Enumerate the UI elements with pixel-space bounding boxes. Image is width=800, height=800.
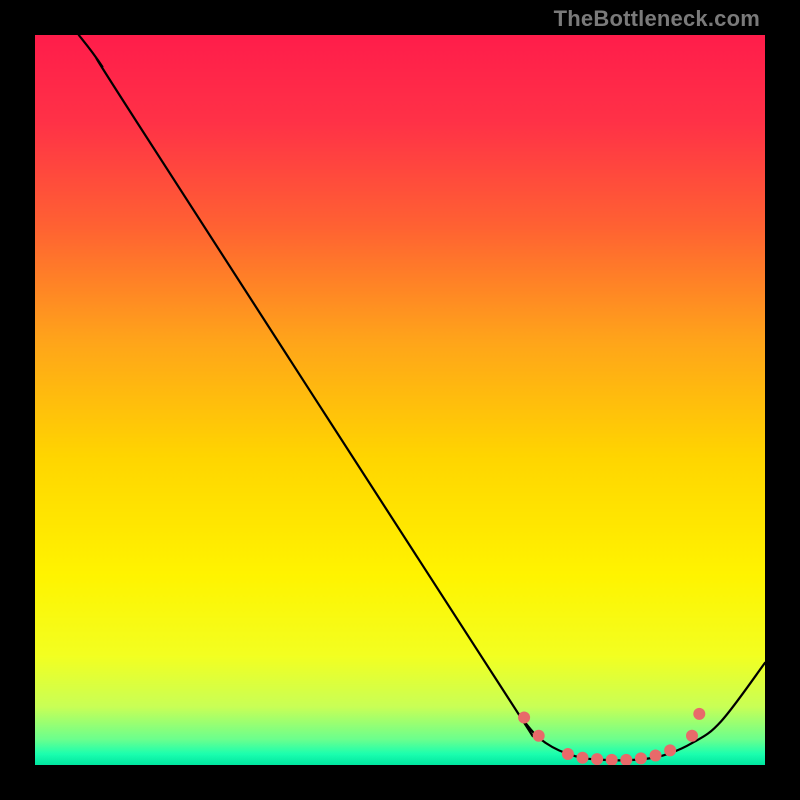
chart-frame: TheBottleneck.com bbox=[0, 0, 800, 800]
watermark-text: TheBottleneck.com bbox=[554, 6, 760, 32]
plot-area bbox=[35, 35, 765, 765]
gradient-background bbox=[35, 35, 765, 765]
